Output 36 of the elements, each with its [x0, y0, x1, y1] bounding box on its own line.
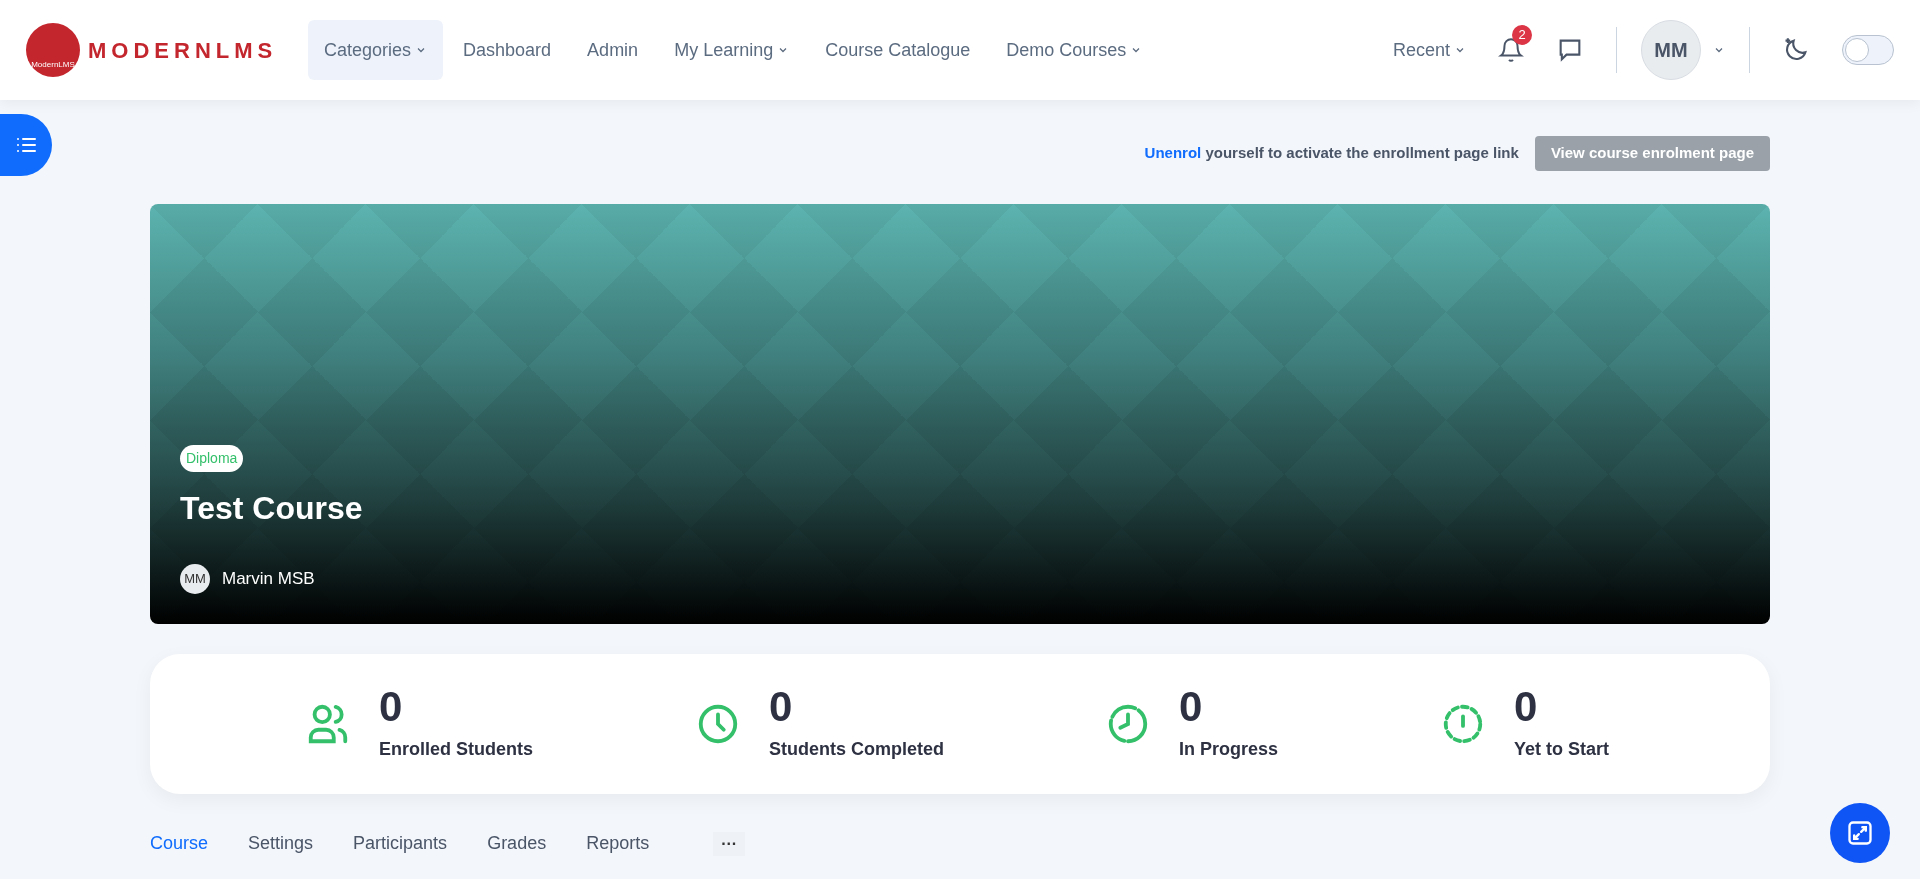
nav-link[interactable]: My Learning	[658, 20, 806, 80]
teacher-name: Marvin MSB	[222, 568, 315, 591]
nav-link[interactable]: Demo Courses	[990, 20, 1159, 80]
notification-count: 2	[1512, 25, 1532, 45]
more-tabs-button[interactable]: ···	[713, 831, 746, 856]
enrolment-notice: Unenrol yourself to activate the enrollment page link	[1144, 142, 1519, 163]
course-index-toggle[interactable]	[0, 114, 52, 176]
course-tab[interactable]: Grades	[487, 830, 547, 857]
teacher-avatar: MM	[180, 564, 210, 594]
stat-label: Enrolled Students	[379, 737, 533, 761]
stat-value: 0	[1514, 685, 1539, 728]
stat-label: In Progress	[1179, 737, 1279, 761]
course-title: Test Course	[180, 489, 363, 528]
course-category-badge: Diploma	[180, 445, 244, 472]
course-tab[interactable]: Participants	[353, 830, 448, 857]
stat-label: Students Completed	[769, 737, 944, 761]
unenrol-link[interactable]: Unenrol	[1144, 143, 1202, 161]
stat-label: Yet to Start	[1514, 737, 1610, 761]
expand-icon	[1846, 819, 1874, 847]
nav-link[interactable]: Dashboard	[447, 20, 568, 80]
course-tab[interactable]: Reports	[586, 830, 650, 857]
nav-link[interactable]: Admin	[571, 20, 655, 80]
course-tab[interactable]: Course	[150, 830, 209, 857]
nav-link[interactable]: Categories	[308, 20, 444, 80]
stat-value: 0	[769, 685, 794, 728]
stat-value: 0	[1179, 685, 1204, 728]
stat-value: 0	[379, 685, 404, 728]
bell-icon[interactable]	[1498, 37, 1524, 63]
dark-mode-toggle[interactable]	[1842, 35, 1894, 65]
user-avatar[interactable]: MM	[1641, 20, 1701, 80]
fullscreen-button[interactable]	[1830, 803, 1890, 863]
logo-text: MODERNLMS	[88, 36, 278, 65]
recent-dropdown[interactable]: Recent	[1392, 36, 1466, 64]
nav-link[interactable]: Course Catalogue	[809, 20, 987, 80]
logo-small-text: ModernLMS	[31, 61, 75, 69]
course-tab[interactable]: Settings	[248, 830, 314, 857]
